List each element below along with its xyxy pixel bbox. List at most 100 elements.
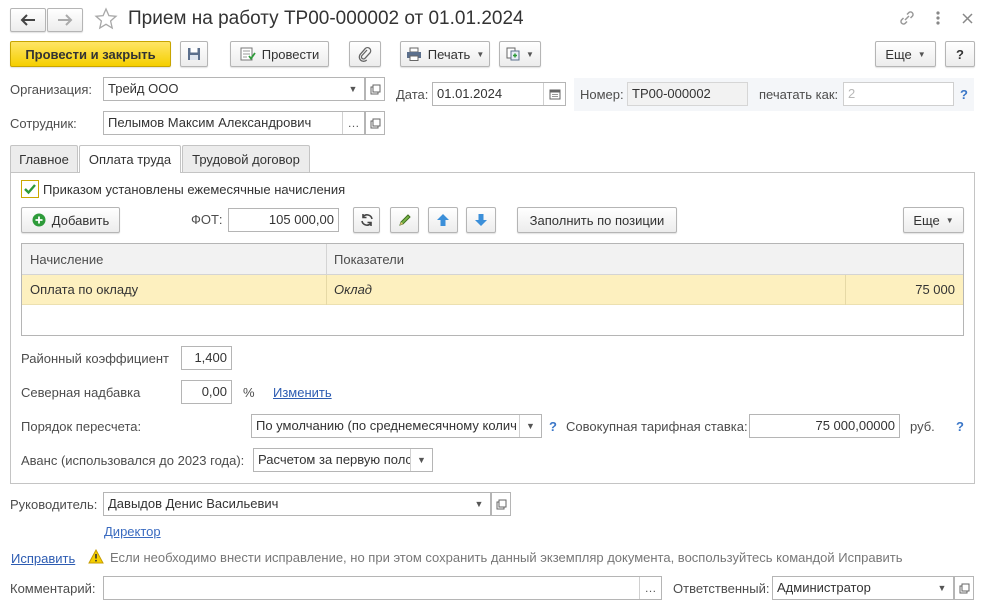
fix-hint: Если необходимо внести исправление, но п… xyxy=(110,550,903,565)
print-as-field[interactable]: 2 xyxy=(843,82,954,106)
comment-field[interactable]: … xyxy=(103,576,662,600)
open-form-icon xyxy=(370,84,380,94)
favorite-star-icon[interactable] xyxy=(94,7,118,34)
organization-value: Трейд ООО xyxy=(108,81,179,96)
recalc-help-icon[interactable]: ? xyxy=(549,419,557,434)
attach-button[interactable] xyxy=(349,41,381,67)
link-icon[interactable] xyxy=(898,9,916,30)
select-ellipsis-icon[interactable]: … xyxy=(639,577,661,599)
responsible-value: Администратор xyxy=(777,580,871,595)
tab-pay-label: Оплата труда xyxy=(88,152,172,167)
employee-label: Сотрудник: xyxy=(10,116,77,131)
paperclip-icon xyxy=(358,47,372,62)
calendar-icon[interactable] xyxy=(543,83,565,105)
district-coef-field[interactable]: 1,400 xyxy=(181,346,232,370)
fix-link[interactable]: Исправить xyxy=(11,551,75,566)
printer-icon xyxy=(406,47,421,61)
chevron-down-icon: ▼ xyxy=(917,49,926,59)
total-rate-field[interactable]: 75 000,00000 xyxy=(749,414,900,438)
total-rate-help-icon[interactable]: ? xyxy=(956,419,964,434)
pay-more-button[interactable]: Еще ▼ xyxy=(903,207,964,233)
chevron-down-icon[interactable]: ▼ xyxy=(519,415,541,437)
print-as-label: печатать как: xyxy=(759,87,839,102)
manager-field[interactable]: Давыдов Денис Васильевич ▼ xyxy=(103,492,491,516)
tab-contract[interactable]: Трудовой договор xyxy=(182,145,310,172)
recalc-order-select[interactable]: По умолчанию (по среднемесячному колич ▼ xyxy=(251,414,542,438)
fot-field[interactable]: 105 000,00 xyxy=(228,208,339,232)
responsible-field[interactable]: Администратор ▼ xyxy=(772,576,954,600)
northern-bonus-field[interactable]: 0,00 xyxy=(181,380,232,404)
arrow-left-icon xyxy=(20,14,35,26)
northern-bonus-label: Северная надбавка xyxy=(21,385,141,400)
select-ellipsis-icon[interactable]: … xyxy=(342,112,364,134)
column-header-accrual[interactable]: Начисление xyxy=(30,252,103,268)
chevron-down-icon[interactable]: ▼ xyxy=(931,577,953,599)
percent-sign: % xyxy=(243,385,255,400)
column-header-indicators[interactable]: Показатели xyxy=(334,252,404,268)
tab-pay[interactable]: Оплата труда xyxy=(79,145,181,173)
help-button[interactable]: ? xyxy=(945,41,975,67)
tab-contract-label: Трудовой договор xyxy=(192,151,300,167)
add-accrual-button[interactable]: Добавить xyxy=(21,207,120,233)
refresh-icon xyxy=(360,214,373,226)
chevron-down-icon[interactable]: ▼ xyxy=(468,493,490,515)
save-button[interactable] xyxy=(180,41,208,67)
tab-main[interactable]: Главное xyxy=(10,145,78,172)
employee-field[interactable]: Пелымов Максим Александрович … xyxy=(103,111,365,135)
accruals-table: Начисление Показатели Оплата по окладу О… xyxy=(21,243,964,336)
organization-field[interactable]: Трейд ООО ▼ xyxy=(103,77,365,101)
post-button[interactable]: Провести xyxy=(230,41,329,67)
move-up-button[interactable] xyxy=(428,207,458,233)
date-value: 01.01.2024 xyxy=(437,86,503,101)
number-label: Номер: xyxy=(580,87,624,102)
recalc-order-label: Порядок пересчета: xyxy=(21,419,142,434)
post-and-close-button[interactable]: Провести и закрыть xyxy=(10,41,171,67)
fot-label: ФОТ: xyxy=(191,212,223,227)
help-label: ? xyxy=(956,46,964,62)
advance-select[interactable]: Расчетом за первую полс ▼ xyxy=(253,448,433,472)
print-as-help-icon[interactable]: ? xyxy=(960,87,968,102)
print-button[interactable]: Печать ▼ xyxy=(400,41,490,67)
chevron-down-icon[interactable]: ▼ xyxy=(410,449,432,471)
back-button[interactable] xyxy=(10,8,46,32)
move-down-button[interactable] xyxy=(466,207,496,233)
table-row[interactable]: Оплата по окладу Оклад 75 000 xyxy=(22,275,963,305)
print-label: Печать xyxy=(427,46,471,62)
forward-button[interactable] xyxy=(47,8,83,32)
more-button[interactable]: Еще ▼ xyxy=(875,41,936,67)
director-link[interactable]: Директор xyxy=(104,524,161,539)
chevron-down-icon[interactable]: ▼ xyxy=(342,78,364,100)
responsible-open-button[interactable] xyxy=(954,576,974,600)
chevron-down-icon: ▼ xyxy=(945,215,954,225)
post-and-close-label: Провести и закрыть xyxy=(25,46,156,62)
close-icon[interactable] xyxy=(962,12,973,27)
chevron-down-icon: ▼ xyxy=(526,49,534,59)
number-field[interactable]: ТР00-000002 xyxy=(627,82,748,106)
create-based-on-button[interactable]: ▼ xyxy=(499,41,541,67)
employee-open-button[interactable] xyxy=(365,111,385,135)
manager-open-button[interactable] xyxy=(491,492,511,516)
responsible-label: Ответственный: xyxy=(673,581,770,596)
page-title: Прием на работу ТР00-000002 от 01.01.202… xyxy=(128,8,524,29)
edit-button[interactable] xyxy=(390,207,419,233)
column-divider xyxy=(845,275,846,305)
monthly-accruals-checkbox[interactable] xyxy=(21,180,39,198)
pay-more-label: Еще xyxy=(913,212,940,228)
refresh-button[interactable] xyxy=(353,207,380,233)
more-actions-icon[interactable] xyxy=(936,10,940,29)
cell-value: 75 000 xyxy=(915,282,955,297)
date-field[interactable]: 01.01.2024 xyxy=(432,82,566,106)
organization-open-button[interactable] xyxy=(365,77,385,101)
number-value: ТР00-000002 xyxy=(632,86,711,101)
district-coef-value: 1,400 xyxy=(194,350,227,365)
print-as-placeholder: 2 xyxy=(848,86,856,101)
pencil-icon xyxy=(398,214,411,226)
warning-icon xyxy=(88,548,104,567)
manager-label: Руководитель: xyxy=(10,497,98,512)
fill-by-position-button[interactable]: Заполнить по позиции xyxy=(517,207,677,233)
arrow-down-icon xyxy=(475,214,487,226)
change-link[interactable]: Изменить xyxy=(273,385,332,400)
arrow-up-icon xyxy=(437,214,449,226)
monthly-accruals-label: Приказом установлены ежемесячные начисле… xyxy=(43,182,346,197)
organization-label: Организация: xyxy=(10,82,93,97)
